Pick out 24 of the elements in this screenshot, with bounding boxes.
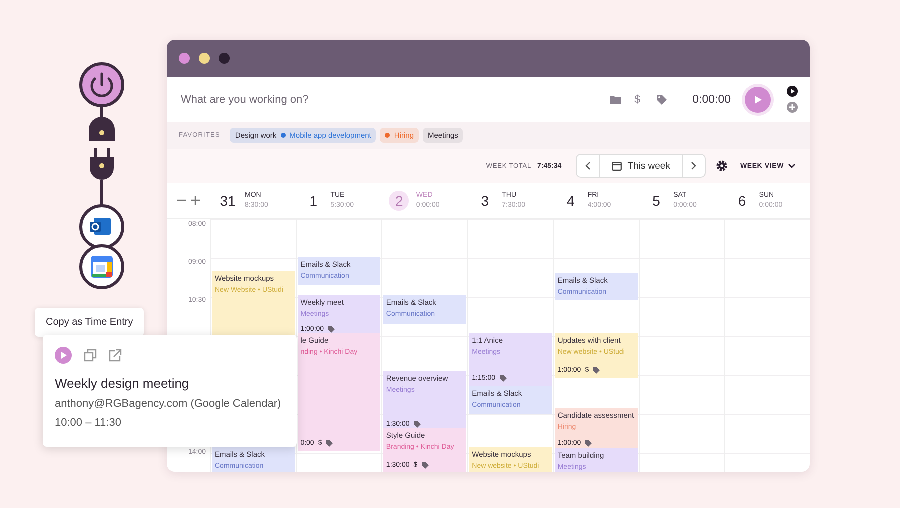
caret-icon	[788, 163, 796, 169]
zoom-in-icon[interactable]	[191, 196, 200, 205]
chevron-right-icon	[691, 162, 698, 170]
event-title: Weekly design meeting	[55, 376, 190, 391]
task-input-field[interactable]: What are you working on?	[179, 88, 594, 110]
event-source: anthony@RGBagency.com (Google Calendar)	[55, 398, 282, 410]
settings-icon[interactable]	[716, 160, 728, 172]
timer-display: 0:00:00	[692, 94, 731, 106]
minimize-icon[interactable]	[199, 53, 210, 64]
start-button[interactable]	[745, 86, 771, 112]
external-link-icon[interactable]	[109, 349, 122, 362]
chevron-left-icon	[584, 162, 591, 170]
tooltip: Copy as Time Entry	[35, 308, 144, 337]
calendar-icon	[612, 161, 622, 171]
copy-icon[interactable]	[84, 349, 97, 362]
close-icon[interactable]	[179, 53, 190, 64]
add-icon[interactable]	[787, 102, 798, 113]
play-icon	[753, 94, 763, 104]
maximize-icon[interactable]	[219, 53, 230, 64]
folder-icon[interactable]	[610, 95, 620, 104]
play-icon[interactable]	[787, 86, 798, 97]
event-time: 10:00 – 11:30	[55, 417, 122, 429]
tag-icon[interactable]	[656, 94, 667, 104]
billable-toggle[interactable]: $	[634, 94, 641, 106]
